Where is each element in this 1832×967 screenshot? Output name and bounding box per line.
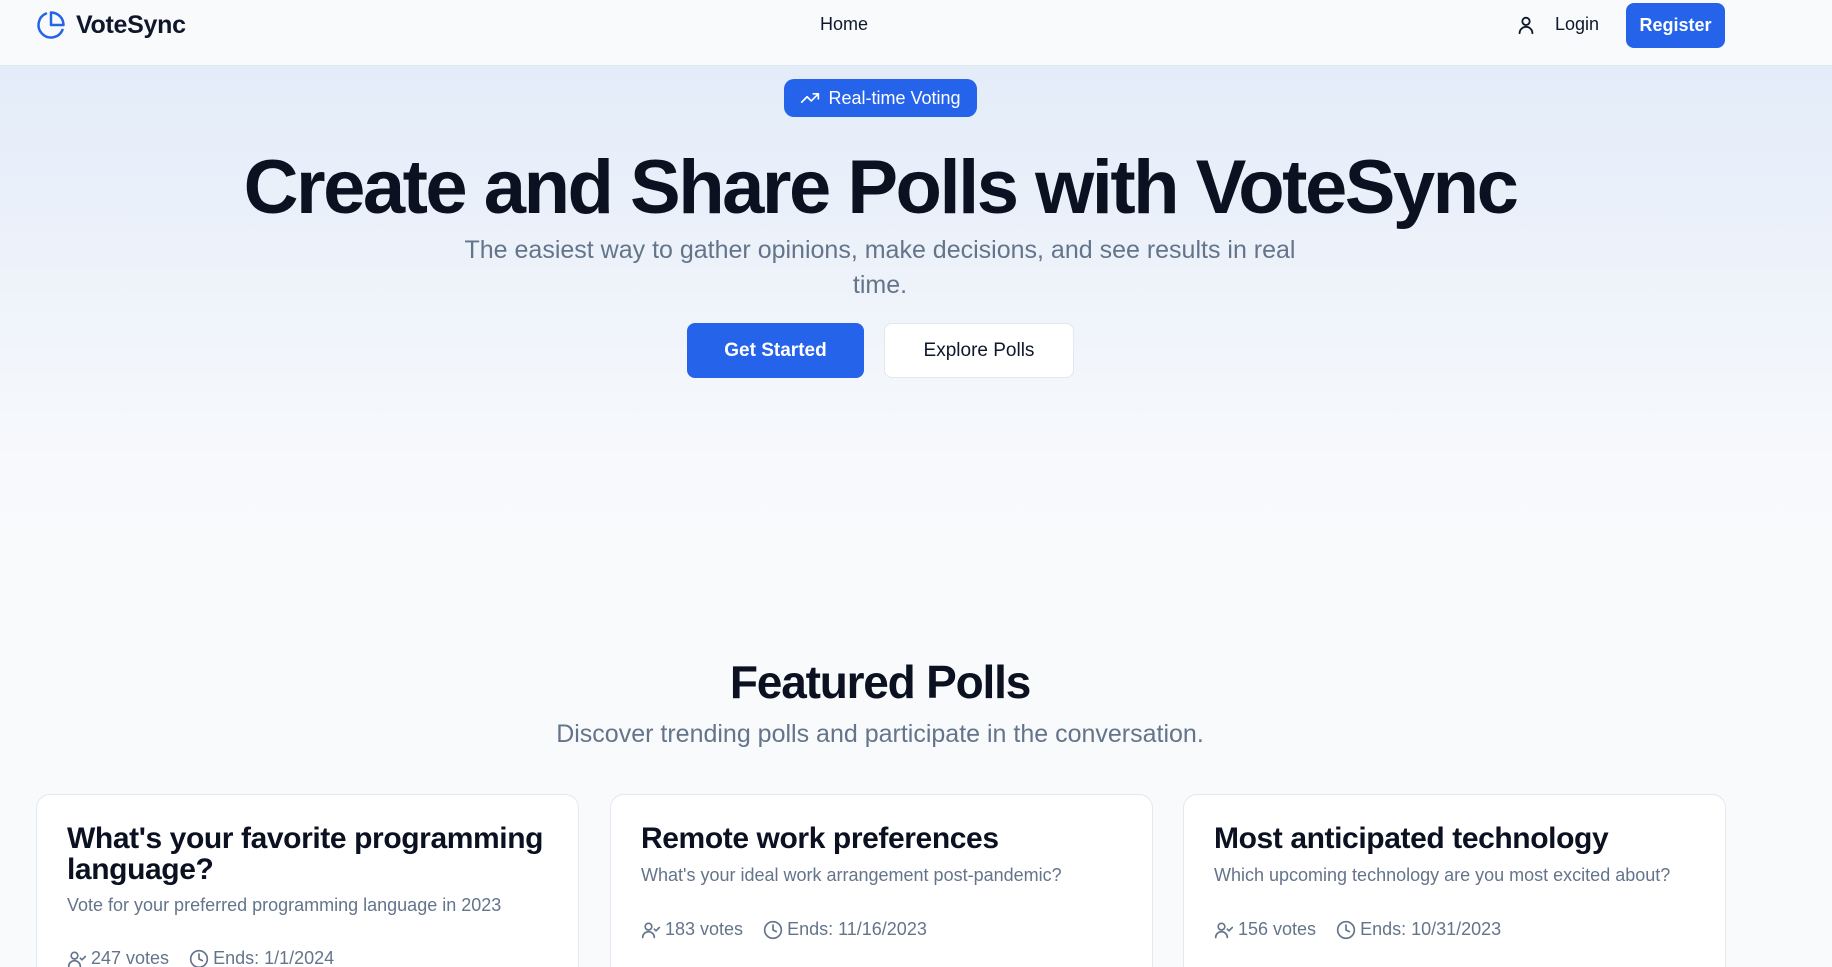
clock-icon	[763, 920, 783, 939]
poll-card[interactable]: What's your favorite programming languag…	[36, 794, 579, 967]
hero-title: Create and Share Polls with VoteSync	[243, 145, 1519, 230]
badge-label: Real-time Voting	[828, 87, 961, 108]
explore-polls-button[interactable]: Explore Polls	[884, 323, 1074, 378]
poll-votes: 156 votes	[1238, 919, 1317, 939]
poll-title: Remote work preferences	[641, 822, 999, 855]
poll-card[interactable]: Most anticipated technology Which upcomi…	[1183, 794, 1726, 967]
poll-ends: Ends: 1/1/2024	[213, 948, 335, 967]
poll-meta: 247 votes Ends: 1/1/2024	[67, 948, 334, 967]
register-button[interactable]: Register	[1626, 3, 1725, 48]
nav-home-link[interactable]: Home	[820, 14, 868, 35]
poll-votes: 183 votes	[665, 919, 744, 939]
poll-title: What's your favorite programming languag…	[67, 822, 544, 886]
poll-meta: 183 votes Ends: 11/16/2023	[641, 919, 927, 940]
poll-meta: 156 votes Ends: 10/31/2023	[1214, 919, 1501, 940]
featured-title: Featured Polls	[729, 656, 1031, 708]
clock-icon	[189, 949, 209, 967]
brand-logo[interactable]: VoteSync	[36, 10, 186, 40]
poll-description: Vote for your preferred programming lang…	[67, 895, 502, 915]
users-icon	[67, 951, 87, 967]
pie-chart-icon	[37, 11, 65, 39]
trending-up-icon	[801, 93, 820, 103]
user-icon[interactable]	[1515, 14, 1537, 36]
poll-description: What's your ideal work arrangement post-…	[641, 865, 1062, 885]
hero-subtitle: The easiest way to gather opinions, make…	[464, 236, 1296, 299]
poll-ends: Ends: 11/16/2023	[787, 919, 927, 939]
featured-subtitle: Discover trending polls and participate …	[556, 720, 1204, 748]
clock-icon	[1336, 920, 1356, 939]
poll-ends: Ends: 10/31/2023	[1360, 919, 1502, 939]
poll-title: Most anticipated technology	[1214, 822, 1609, 855]
get-started-button[interactable]: Get Started	[687, 323, 864, 378]
users-icon	[1214, 922, 1234, 938]
hero-section: Real-time Voting Create and Share Polls …	[0, 66, 1832, 626]
poll-description: Which upcoming technology are you most e…	[1214, 865, 1671, 885]
brand-name: VoteSync	[76, 10, 186, 39]
poll-votes: 247 votes	[91, 948, 170, 967]
users-icon	[641, 922, 661, 938]
nav-login-link[interactable]: Login	[1555, 14, 1599, 35]
real-time-badge: Real-time Voting	[784, 79, 977, 117]
navbar: VoteSync Home Login Register	[0, 0, 1832, 66]
poll-card[interactable]: Remote work preferences What's your idea…	[610, 794, 1153, 967]
